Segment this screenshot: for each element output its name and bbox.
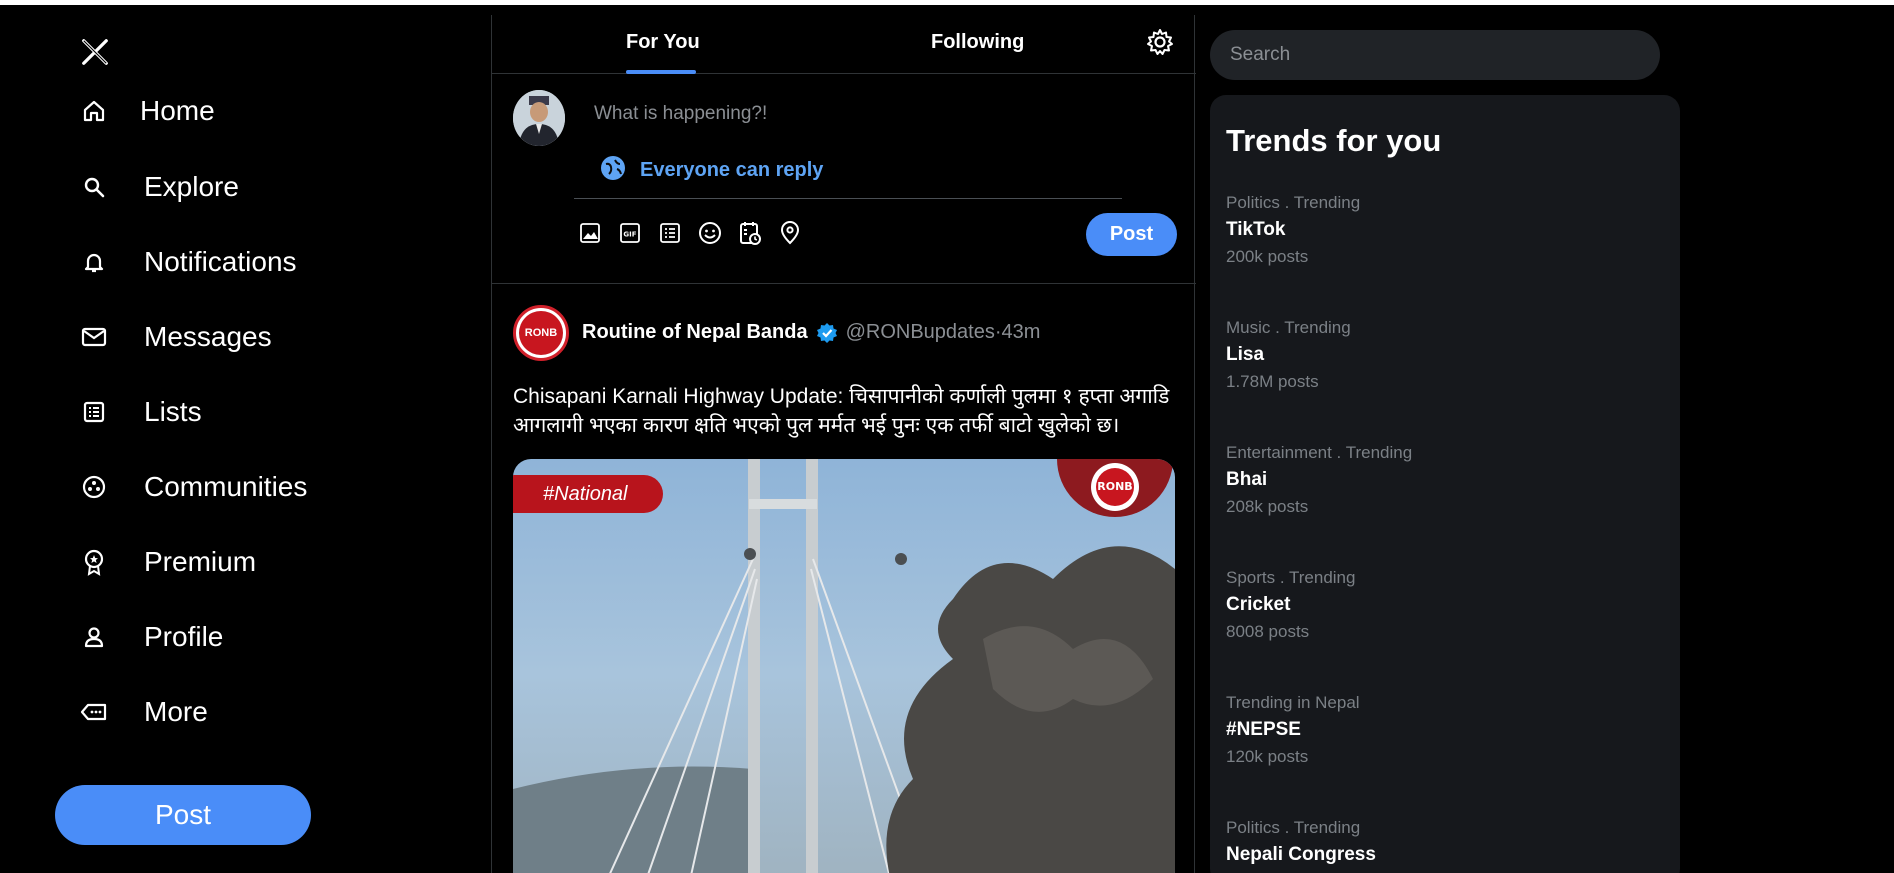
- trend-item[interactable]: Sports . Trending Cricket 8008 posts: [1226, 568, 1666, 642]
- compose-post-button[interactable]: Post: [1086, 213, 1177, 256]
- nav-item-messages[interactable]: Messages: [80, 317, 272, 357]
- nav-label-explore: Explore: [144, 171, 239, 202]
- trend-category: Music . Trending: [1226, 318, 1351, 337]
- trend-item[interactable]: Music . Trending Lisa 1.78M posts: [1226, 318, 1666, 392]
- gear-icon[interactable]: [1146, 28, 1174, 56]
- nav-item-profile[interactable]: Profile: [80, 617, 223, 657]
- nav-item-home[interactable]: Home: [80, 91, 215, 131]
- reply-setting-label: Everyone can reply: [640, 159, 824, 181]
- composer-divider: [574, 198, 1122, 199]
- trend-count: 8008 posts: [1226, 622, 1310, 641]
- nav-item-lists[interactable]: Lists: [80, 392, 202, 432]
- trend-name: #NEPSE: [1226, 719, 1301, 740]
- post-button[interactable]: Post: [55, 785, 311, 845]
- nav-label-more: More: [144, 696, 208, 727]
- tab-for-you[interactable]: For You: [626, 31, 700, 54]
- trend-name: Bhai: [1226, 469, 1268, 490]
- trend-category: Trending in Nepal: [1226, 693, 1360, 712]
- trends-title: Trends for you: [1226, 123, 1442, 158]
- trend-name: Cricket: [1226, 594, 1291, 615]
- verified-badge-icon: [816, 322, 838, 344]
- nav-label-notifications: Notifications: [144, 246, 297, 277]
- schedule-icon[interactable]: [736, 219, 764, 247]
- tweet-timestamp[interactable]: 43m: [1002, 321, 1041, 344]
- tweet-author-name[interactable]: Routine of Nepal Banda: [582, 321, 808, 344]
- nav-label-messages: Messages: [144, 321, 272, 352]
- nav-item-notifications[interactable]: Notifications: [80, 242, 297, 282]
- globe-icon: [600, 155, 626, 186]
- post-composer: What is happening?! Everyone can reply G…: [492, 75, 1196, 284]
- tweet-meta-separator: ·: [994, 321, 1002, 343]
- nav-label-home: Home: [140, 95, 215, 126]
- avatar-logo-text: RONB: [519, 311, 563, 355]
- nav-label-communities: Communities: [144, 471, 308, 502]
- nav-item-explore[interactable]: Explore: [80, 167, 239, 207]
- list-icon: [80, 398, 108, 426]
- nav-label-premium: Premium: [144, 546, 257, 577]
- trend-name: Nepali Congress: [1226, 844, 1376, 865]
- more-icon: [80, 698, 108, 726]
- trends-panel: Trends for you Politics . Trending TikTo…: [1210, 95, 1680, 873]
- compose-input[interactable]: What is happening?!: [594, 103, 767, 125]
- svg-text:RONB: RONB: [1097, 480, 1132, 493]
- media-hashtag-badge: #National: [513, 475, 663, 513]
- poll-icon[interactable]: [656, 219, 684, 247]
- search-placeholder: Search: [1230, 44, 1291, 65]
- tweet-header: Routine of Nepal Banda @RONBupdates · 43…: [582, 321, 1040, 344]
- trend-item[interactable]: Entertainment . Trending Bhai 208k posts: [1226, 443, 1666, 517]
- reply-setting-button[interactable]: Everyone can reply: [600, 155, 823, 186]
- communities-icon: [80, 473, 108, 501]
- nav-item-premium[interactable]: Premium: [80, 542, 256, 582]
- trend-count: 208k posts: [1226, 497, 1309, 516]
- composer-toolbar: GIF: [576, 219, 816, 247]
- timeline-tabs: For You Following: [492, 15, 1196, 74]
- trend-name: Lisa: [1226, 344, 1265, 365]
- active-tab-indicator: [626, 70, 696, 74]
- trend-category: Entertainment . Trending: [1226, 443, 1413, 462]
- mail-icon: [80, 323, 108, 351]
- x-logo-icon[interactable]: [80, 37, 110, 67]
- nav-item-more[interactable]: More: [80, 692, 208, 732]
- trend-item[interactable]: Politics . Trending Nepali Congress: [1226, 818, 1666, 866]
- gif-icon[interactable]: GIF: [616, 219, 644, 247]
- trend-item[interactable]: Politics . Trending TikTok 200k posts: [1226, 193, 1666, 267]
- tweet-author-avatar[interactable]: RONB: [513, 305, 569, 361]
- tweet-author-handle[interactable]: @RONBupdates: [846, 321, 995, 344]
- main-timeline: For You Following What is happening?! Ev…: [491, 15, 1196, 873]
- trend-item[interactable]: Trending in Nepal #NEPSE 120k posts: [1226, 693, 1666, 767]
- nav-label-lists: Lists: [144, 396, 202, 427]
- search-icon: [80, 173, 108, 201]
- user-avatar[interactable]: [513, 90, 565, 146]
- trend-count: 120k posts: [1226, 747, 1309, 766]
- trend-count: 1.78M posts: [1226, 372, 1319, 391]
- tweet-media-image[interactable]: #National RONB: [513, 459, 1175, 873]
- trend-count: 200k posts: [1226, 247, 1309, 266]
- image-icon[interactable]: [576, 219, 604, 247]
- location-icon[interactable]: [776, 219, 804, 247]
- bell-icon: [80, 248, 108, 276]
- tweet-text: Chisapani Karnali Highway Update: चिसापा…: [513, 385, 1170, 437]
- trend-name: TikTok: [1226, 219, 1286, 240]
- nav-label-profile: Profile: [144, 621, 224, 652]
- premium-icon: [80, 548, 108, 576]
- tweet[interactable]: RONB Routine of Nepal Banda @RONBupdates…: [492, 285, 1196, 873]
- emoji-icon[interactable]: [696, 219, 724, 247]
- search-input[interactable]: Search: [1210, 30, 1660, 80]
- tab-following[interactable]: Following: [931, 31, 1024, 54]
- profile-icon: [80, 623, 108, 651]
- svg-text:GIF: GIF: [623, 231, 636, 239]
- nav-item-communities[interactable]: Communities: [80, 467, 307, 507]
- left-navigation: Home Explore Notifications Messages List…: [0, 5, 490, 873]
- trend-category: Politics . Trending: [1226, 193, 1361, 212]
- home-icon: [80, 97, 108, 125]
- trend-category: Sports . Trending: [1226, 568, 1356, 587]
- media-brand-logo: RONB: [1055, 459, 1175, 519]
- trend-category: Politics . Trending: [1226, 818, 1361, 837]
